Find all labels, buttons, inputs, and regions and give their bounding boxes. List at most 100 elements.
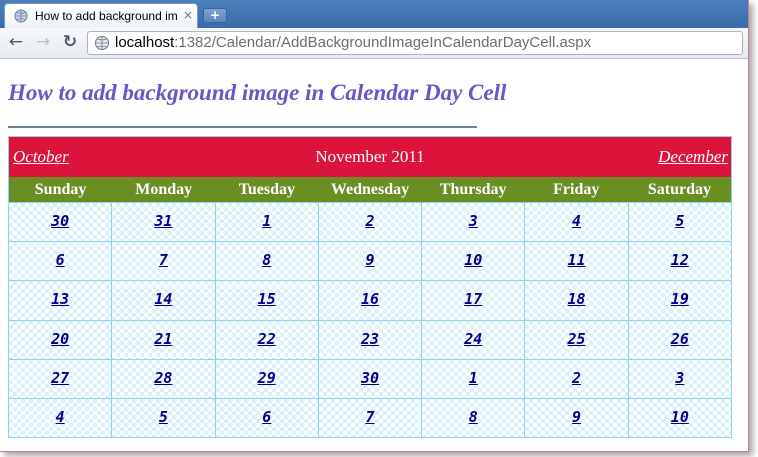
day-link[interactable]: 15: [258, 290, 276, 308]
calendar-day-cell[interactable]: 30: [9, 202, 113, 242]
calendar-day-cell[interactable]: 9: [525, 397, 629, 438]
calendar-day-cell[interactable]: 18: [525, 280, 629, 320]
calendar-day-cell[interactable]: 4: [525, 202, 629, 242]
back-icon[interactable]: ←: [6, 32, 26, 52]
day-link[interactable]: 4: [572, 212, 581, 230]
calendar-day-cell[interactable]: 7: [112, 241, 216, 281]
calendar-day-cell[interactable]: 28: [112, 358, 216, 398]
day-link[interactable]: 20: [51, 330, 69, 348]
day-link[interactable]: 30: [51, 212, 69, 230]
calendar-day-cell[interactable]: 14: [112, 280, 216, 320]
calendar-day-cell[interactable]: 8: [422, 397, 526, 438]
day-link[interactable]: 14: [154, 290, 172, 308]
calendar-day-cell[interactable]: 1: [422, 358, 526, 398]
calendar-day-cell[interactable]: 1: [215, 202, 319, 242]
day-link[interactable]: 3: [469, 212, 478, 230]
day-link[interactable]: 13: [51, 290, 69, 308]
browser-toolbar: ← → ↻ localhost:1382/Calendar/AddBackgro…: [0, 28, 748, 59]
calendar-day-cell[interactable]: 23: [318, 319, 423, 359]
day-link[interactable]: 18: [568, 290, 586, 308]
close-icon[interactable]: ×: [183, 8, 193, 22]
dow-sunday: Sunday: [34, 181, 87, 198]
day-link[interactable]: 24: [464, 330, 482, 348]
day-link[interactable]: 16: [361, 290, 379, 308]
day-link[interactable]: 8: [262, 251, 271, 269]
day-link[interactable]: 8: [469, 408, 478, 426]
day-link[interactable]: 12: [671, 251, 689, 269]
day-link[interactable]: 5: [675, 212, 684, 230]
calendar-day-cell[interactable]: 12: [628, 241, 731, 281]
reload-icon[interactable]: ↻: [60, 32, 80, 52]
day-link[interactable]: 1: [262, 212, 271, 230]
page-content: How to add background image in Calendar …: [0, 59, 748, 451]
calendar-day-cell[interactable]: 16: [318, 280, 423, 320]
day-link[interactable]: 9: [365, 251, 374, 269]
calendar-day-cell[interactable]: 30: [318, 358, 423, 398]
day-link[interactable]: 25: [568, 330, 586, 348]
calendar-day-cell[interactable]: 24: [422, 319, 526, 359]
calendar-day-cell[interactable]: 22: [215, 319, 319, 359]
calendar-day-cell[interactable]: 31: [112, 202, 216, 242]
calendar-week-row: 30 31 1 2 3 4 5: [9, 202, 731, 242]
day-link[interactable]: 29: [258, 369, 276, 387]
calendar-day-cell[interactable]: 27: [9, 358, 113, 398]
day-link[interactable]: 10: [671, 408, 689, 426]
day-link[interactable]: 7: [159, 251, 168, 269]
month-title: November 2011: [315, 147, 425, 166]
day-link[interactable]: 22: [258, 330, 276, 348]
day-link[interactable]: 10: [464, 251, 482, 269]
calendar-day-cell[interactable]: 9: [318, 241, 423, 281]
calendar-day-cell[interactable]: 5: [628, 202, 731, 242]
calendar-day-cell[interactable]: 10: [422, 241, 526, 281]
calendar-day-cell[interactable]: 15: [215, 280, 319, 320]
calendar-day-cell[interactable]: 6: [9, 241, 113, 281]
calendar-day-cell[interactable]: 11: [525, 241, 629, 281]
day-link[interactable]: 4: [56, 408, 65, 426]
day-link[interactable]: 9: [572, 408, 581, 426]
day-link[interactable]: 3: [675, 369, 684, 387]
browser-tab[interactable]: How to add background im ×: [4, 3, 198, 28]
day-link[interactable]: 6: [262, 408, 271, 426]
day-link[interactable]: 2: [365, 212, 374, 230]
calendar-day-cell[interactable]: 19: [628, 280, 731, 320]
calendar-day-cell[interactable]: 29: [215, 358, 319, 398]
day-link[interactable]: 21: [154, 330, 172, 348]
day-link[interactable]: 1: [469, 369, 478, 387]
next-month-link[interactable]: December: [658, 147, 728, 167]
calendar-title-bar: October November 2011 December: [9, 137, 731, 177]
calendar-day-cell[interactable]: 20: [9, 319, 113, 359]
forward-icon[interactable]: →: [33, 32, 53, 52]
day-link[interactable]: 6: [56, 251, 65, 269]
calendar-day-cell[interactable]: 25: [525, 319, 629, 359]
day-link[interactable]: 7: [365, 408, 374, 426]
calendar-day-cell[interactable]: 8: [215, 241, 319, 281]
day-link[interactable]: 5: [159, 408, 168, 426]
day-link[interactable]: 19: [671, 290, 689, 308]
dow-friday: Friday: [553, 181, 600, 198]
calendar-day-cell[interactable]: 4: [9, 397, 113, 438]
calendar-day-cell[interactable]: 26: [628, 319, 731, 359]
title-divider: [8, 126, 477, 128]
day-link[interactable]: 23: [361, 330, 379, 348]
day-link[interactable]: 27: [51, 369, 69, 387]
calendar-day-cell[interactable]: 7: [318, 397, 423, 438]
calendar-day-cell[interactable]: 2: [318, 202, 423, 242]
calendar-day-cell[interactable]: 5: [112, 397, 216, 438]
day-link[interactable]: 28: [154, 369, 172, 387]
day-link[interactable]: 31: [154, 212, 172, 230]
calendar-day-cell[interactable]: 21: [112, 319, 216, 359]
calendar-day-cell[interactable]: 6: [215, 397, 319, 438]
new-tab-button[interactable]: +: [203, 8, 227, 23]
day-link[interactable]: 26: [671, 330, 689, 348]
day-link[interactable]: 17: [464, 290, 482, 308]
day-link[interactable]: 2: [572, 369, 581, 387]
calendar-day-cell[interactable]: 17: [422, 280, 526, 320]
day-link[interactable]: 30: [361, 369, 379, 387]
calendar-day-cell[interactable]: 13: [9, 280, 113, 320]
address-bar[interactable]: localhost:1382/Calendar/AddBackgroundIma…: [87, 31, 743, 55]
calendar-day-cell[interactable]: 2: [525, 358, 629, 398]
day-link[interactable]: 11: [568, 251, 586, 269]
calendar-day-cell[interactable]: 3: [628, 358, 731, 398]
calendar-day-cell[interactable]: 10: [628, 397, 731, 438]
calendar-day-cell[interactable]: 3: [422, 202, 526, 242]
